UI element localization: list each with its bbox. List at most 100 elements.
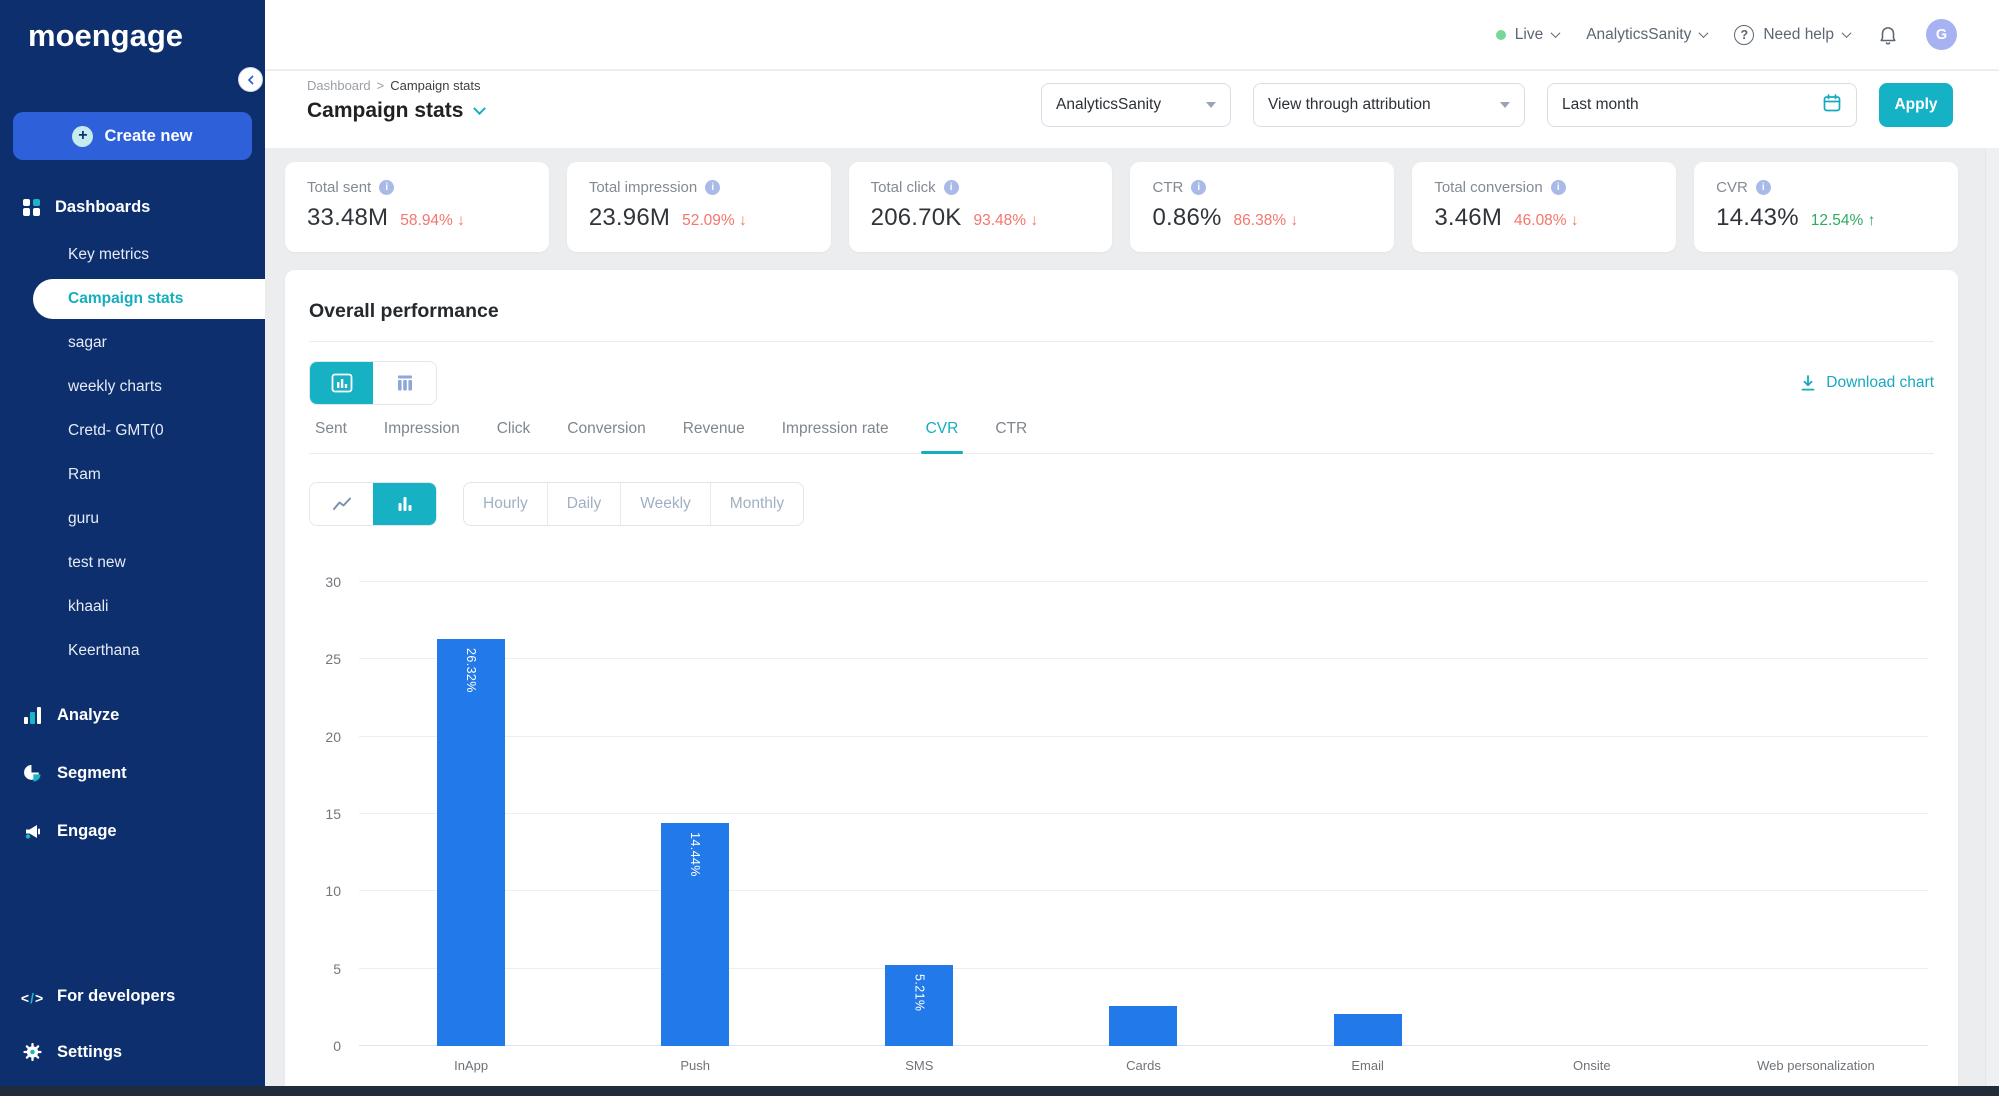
y-axis-tick-20: 20 (325, 729, 341, 745)
page-title-dropdown[interactable]: Campaign stats (307, 99, 484, 123)
y-axis-tick-30: 30 (325, 574, 341, 590)
sidebar-item-engage[interactable]: Engage (0, 802, 265, 860)
sidebar-item-cretd-gmt-0[interactable]: Cretd- GMT(0 (0, 409, 265, 453)
kpi-label-text: Total conversion (1434, 179, 1542, 196)
workspace-label: AnalyticsSanity (1586, 26, 1691, 44)
date-range-picker[interactable]: Last month (1547, 83, 1857, 127)
bar-sms[interactable]: 5.21% (885, 965, 953, 1046)
bar-push[interactable]: 14.44% (661, 823, 729, 1046)
vertical-scrollbar[interactable] (1985, 148, 1999, 1096)
kpi-label: CTRi (1152, 179, 1376, 196)
info-icon[interactable]: i (944, 180, 959, 195)
x-axis-label-email: Email (1256, 1058, 1480, 1073)
info-icon[interactable]: i (1191, 180, 1206, 195)
attribution-filter-select[interactable]: View through attribution (1253, 83, 1525, 127)
app-window: moengage + Create new Dashboards Key met… (0, 0, 1999, 1096)
granularity-monthly[interactable]: Monthly (711, 483, 803, 525)
notifications-bell-icon[interactable] (1877, 24, 1899, 46)
granularity-daily[interactable]: Daily (548, 483, 621, 525)
sidebar-item-analyze[interactable]: Analyze (0, 686, 265, 744)
sidebar-item-test-new[interactable]: test new (0, 541, 265, 585)
chart-table-toggle (309, 361, 437, 405)
dropdown-caret-icon (1206, 102, 1216, 108)
tab-click[interactable]: Click (497, 420, 531, 453)
download-chart-link[interactable]: Download chart (1799, 374, 1934, 392)
sidebar-item-campaign-stats[interactable]: Campaign stats (33, 279, 265, 319)
sidebar-item-keerthana[interactable]: Keerthana (0, 629, 265, 673)
workspace-filter-select[interactable]: AnalyticsSanity (1041, 83, 1231, 127)
info-icon[interactable]: i (379, 180, 394, 195)
tab-sent[interactable]: Sent (315, 420, 347, 453)
panel-toolbar: Download chart (309, 362, 1934, 404)
sidebar-item-dashboards[interactable]: Dashboards (0, 190, 265, 224)
environment-dropdown[interactable]: Live (1496, 26, 1559, 44)
bar-chart-toggle-button[interactable] (373, 483, 436, 525)
sidebar-item-ram[interactable]: Ram (0, 453, 265, 497)
dashboards-grid-icon (23, 199, 40, 216)
live-status-dot (1496, 30, 1506, 40)
moengage-logo[interactable]: moengage (28, 18, 183, 54)
sidebar-item-for-developers[interactable]: </> For developers (0, 968, 265, 1024)
granularity-weekly[interactable]: Weekly (621, 483, 711, 525)
bar-column-email (1256, 582, 1480, 1046)
dropdown-caret-icon (1500, 102, 1510, 108)
user-avatar[interactable]: G (1926, 19, 1957, 50)
tab-impression-rate[interactable]: Impression rate (782, 420, 889, 453)
breadcrumb: Dashboard > Campaign stats (307, 78, 484, 93)
bar-value-label: 14.44% (688, 832, 702, 877)
chevron-down-icon (1842, 28, 1852, 38)
kpi-card-ctr: CTRi0.86%86.38% ↓ (1130, 162, 1394, 252)
need-help-dropdown[interactable]: ? Need help (1734, 25, 1850, 45)
info-icon[interactable]: i (1551, 180, 1566, 195)
table-view-toggle-button[interactable] (373, 362, 436, 404)
kpi-card-total-sent: Total senti33.48M58.94% ↓ (285, 162, 549, 252)
breadcrumb-root[interactable]: Dashboard (307, 78, 371, 93)
bar-value-label: 5.21% (912, 974, 926, 1011)
kpi-delta-down: 52.09% ↓ (682, 212, 747, 230)
filter-bar: AnalyticsSanity View through attribution… (1041, 83, 1953, 148)
info-icon[interactable]: i (1756, 180, 1771, 195)
kpi-value: 33.48M (307, 204, 388, 232)
tab-cvr[interactable]: CVR (926, 420, 959, 453)
apply-button[interactable]: Apply (1879, 83, 1953, 127)
bar-inapp[interactable]: 26.32% (437, 639, 505, 1046)
bar-email[interactable] (1334, 1014, 1402, 1046)
granularity-hourly[interactable]: Hourly (464, 483, 548, 525)
tab-ctr[interactable]: CTR (995, 420, 1027, 453)
create-new-label: Create new (104, 127, 192, 146)
attribution-filter-value: View through attribution (1268, 96, 1431, 114)
kpi-value: 23.96M (589, 204, 670, 232)
workspace-dropdown[interactable]: AnalyticsSanity (1586, 26, 1707, 44)
y-axis-tick-10: 10 (325, 883, 341, 899)
breadcrumb-separator: > (377, 78, 385, 93)
kpi-card-row: Total senti33.48M58.94% ↓Total impressio… (285, 162, 1958, 252)
sidebar-item-key-metrics[interactable]: Key metrics (0, 233, 265, 277)
bar-column-push: 14.44% (583, 582, 807, 1046)
page-header: Dashboard > Campaign stats Campaign stat… (265, 71, 1999, 148)
engage-megaphone-icon (23, 822, 42, 841)
kpi-label-text: CVR (1716, 179, 1748, 196)
sidebar-item-guru[interactable]: guru (0, 497, 265, 541)
tab-conversion[interactable]: Conversion (567, 420, 645, 453)
tab-impression[interactable]: Impression (384, 420, 460, 453)
bar-cards[interactable] (1109, 1006, 1177, 1046)
page-title: Campaign stats (307, 99, 463, 123)
bar-column-cards (1031, 582, 1255, 1046)
y-axis-tick-0: 0 (333, 1038, 341, 1054)
line-chart-toggle-button[interactable] (310, 483, 373, 525)
sidebar-item-settings[interactable]: Settings (0, 1024, 265, 1080)
window-bottom-edge (0, 1086, 1999, 1096)
x-axis-labels: InAppPushSMSCardsEmailOnsiteWeb personal… (359, 1058, 1928, 1073)
tab-revenue[interactable]: Revenue (683, 420, 745, 453)
kpi-label: Total clicki (871, 179, 1095, 196)
create-new-button[interactable]: + Create new (13, 112, 252, 160)
sidebar-item-weekly-charts[interactable]: weekly charts (0, 365, 265, 409)
chart-controls: HourlyDailyWeeklyMonthly (309, 482, 1934, 526)
chart-view-toggle-button[interactable] (310, 362, 373, 404)
sidebar-collapse-button[interactable] (238, 67, 263, 92)
sidebar-item-segment[interactable]: Segment (0, 744, 265, 802)
table-columns-icon (395, 373, 415, 393)
sidebar-item-sagar[interactable]: sagar (0, 321, 265, 365)
info-icon[interactable]: i (705, 180, 720, 195)
sidebar-item-khaali[interactable]: khaali (0, 585, 265, 629)
